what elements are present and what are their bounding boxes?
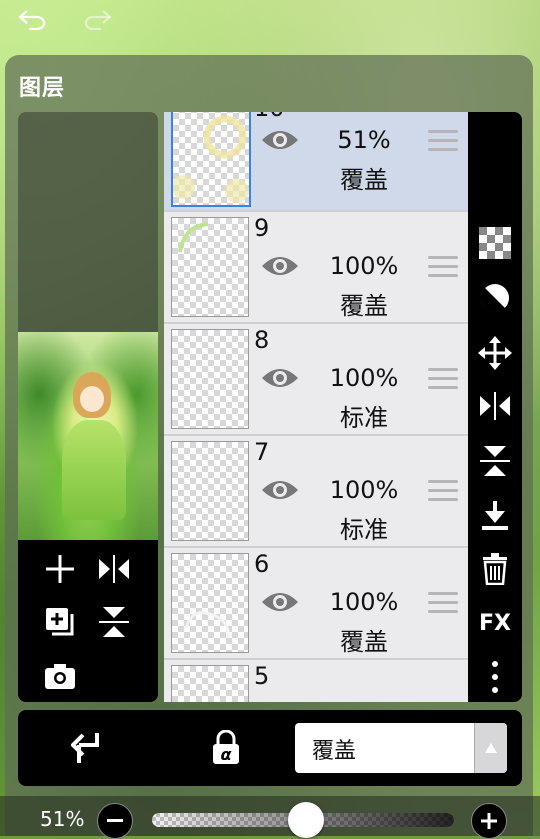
invert-icon[interactable] — [468, 278, 522, 318]
blend-mode-value: 覆盖 — [312, 739, 357, 764]
layer-row[interactable]: 10 51% 覆盖 — [164, 112, 468, 212]
eye-icon[interactable] — [260, 588, 300, 616]
layer-number: 5 — [254, 662, 270, 690]
eye-icon[interactable] — [260, 252, 300, 280]
more-icon[interactable] — [468, 657, 522, 697]
increase-opacity-button[interactable] — [471, 803, 507, 839]
delete-icon[interactable] — [468, 549, 522, 589]
drag-handle-icon[interactable] — [428, 592, 458, 614]
preview-figure-face — [80, 386, 104, 412]
flip-horizontal-icon[interactable] — [92, 549, 136, 589]
flip-vertical-icon[interactable] — [92, 602, 136, 642]
opacity-value: 51% — [40, 807, 85, 831]
drag-handle-icon[interactable] — [428, 256, 458, 278]
duplicate-layer-icon[interactable] — [38, 602, 82, 642]
layer-blend-mode: 覆盖 — [340, 292, 388, 320]
layer-thumbnail — [171, 441, 249, 541]
layer-blend-mode: 覆盖 — [340, 628, 388, 656]
layer-thumbnail — [171, 329, 249, 429]
fx-icon[interactable]: FX — [468, 603, 522, 643]
layer-opacity: 100% — [329, 252, 399, 280]
drag-handle-icon[interactable] — [428, 480, 458, 502]
layer-row[interactable]: 9 100% 覆盖 — [164, 212, 468, 324]
layer-number: 7 — [254, 438, 270, 466]
top-toolbar — [0, 0, 540, 40]
layer-number: 9 — [254, 214, 270, 242]
clip-arrow-icon[interactable] — [60, 722, 112, 774]
svg-text:α: α — [221, 745, 233, 764]
merge-down-icon[interactable] — [468, 495, 522, 535]
layer-opacity: 100% — [329, 364, 399, 392]
undo-icon[interactable] — [14, 4, 50, 34]
layer-row[interactable]: 7 100% 标准 — [164, 436, 468, 548]
drag-handle-icon[interactable] — [428, 130, 458, 152]
drag-handle-icon[interactable] — [428, 368, 458, 390]
layer-list[interactable]: 10 51% 覆盖 9 100% 覆盖 8 100% 标准 7 — [164, 112, 468, 702]
eye-icon[interactable] — [260, 126, 300, 154]
blend-mode-select[interactable]: 覆盖 — [295, 723, 507, 773]
move-icon[interactable] — [468, 333, 522, 373]
camera-icon[interactable] — [38, 656, 82, 696]
layer-thumbnail — [171, 112, 251, 207]
layer-opacity: 100% — [329, 588, 399, 616]
layer-blend-mode: 标准 — [340, 404, 388, 432]
eye-icon[interactable] — [260, 364, 300, 392]
layer-number: 8 — [254, 326, 270, 354]
redo-icon[interactable] — [80, 4, 116, 34]
layer-blend-mode: 标准 — [340, 516, 388, 544]
layer-opacity: 100% — [329, 476, 399, 504]
transparency-icon[interactable] — [468, 223, 522, 263]
add-layer-icon[interactable] — [38, 549, 82, 589]
flip-vertical-icon[interactable] — [468, 441, 522, 481]
layer-blend-mode: 覆盖 — [340, 166, 388, 194]
layer-thumbnail — [171, 553, 249, 653]
layer-row[interactable]: 6 100% 覆盖 — [164, 548, 468, 660]
eye-icon[interactable] — [260, 476, 300, 504]
layer-row[interactable]: 8 100% 标准 — [164, 324, 468, 436]
left-tool-panel — [18, 540, 158, 702]
layer-number: 6 — [254, 550, 270, 578]
flip-horizontal-icon[interactable] — [468, 386, 522, 426]
layer-thumbnail — [171, 665, 249, 702]
decrease-opacity-button[interactable] — [97, 803, 133, 839]
panel-title: 图层 — [19, 76, 66, 101]
opacity-slider-thumb[interactable] — [288, 802, 325, 838]
layer-thumbnail — [171, 217, 249, 317]
dropdown-arrow-icon[interactable] — [474, 723, 507, 773]
layer-row[interactable]: 5 — [164, 660, 468, 702]
alpha-lock-icon[interactable]: α — [200, 722, 252, 774]
layer-opacity: 51% — [337, 126, 391, 154]
preview-figure-dress — [62, 420, 126, 520]
layer-number: 10 — [254, 112, 285, 122]
